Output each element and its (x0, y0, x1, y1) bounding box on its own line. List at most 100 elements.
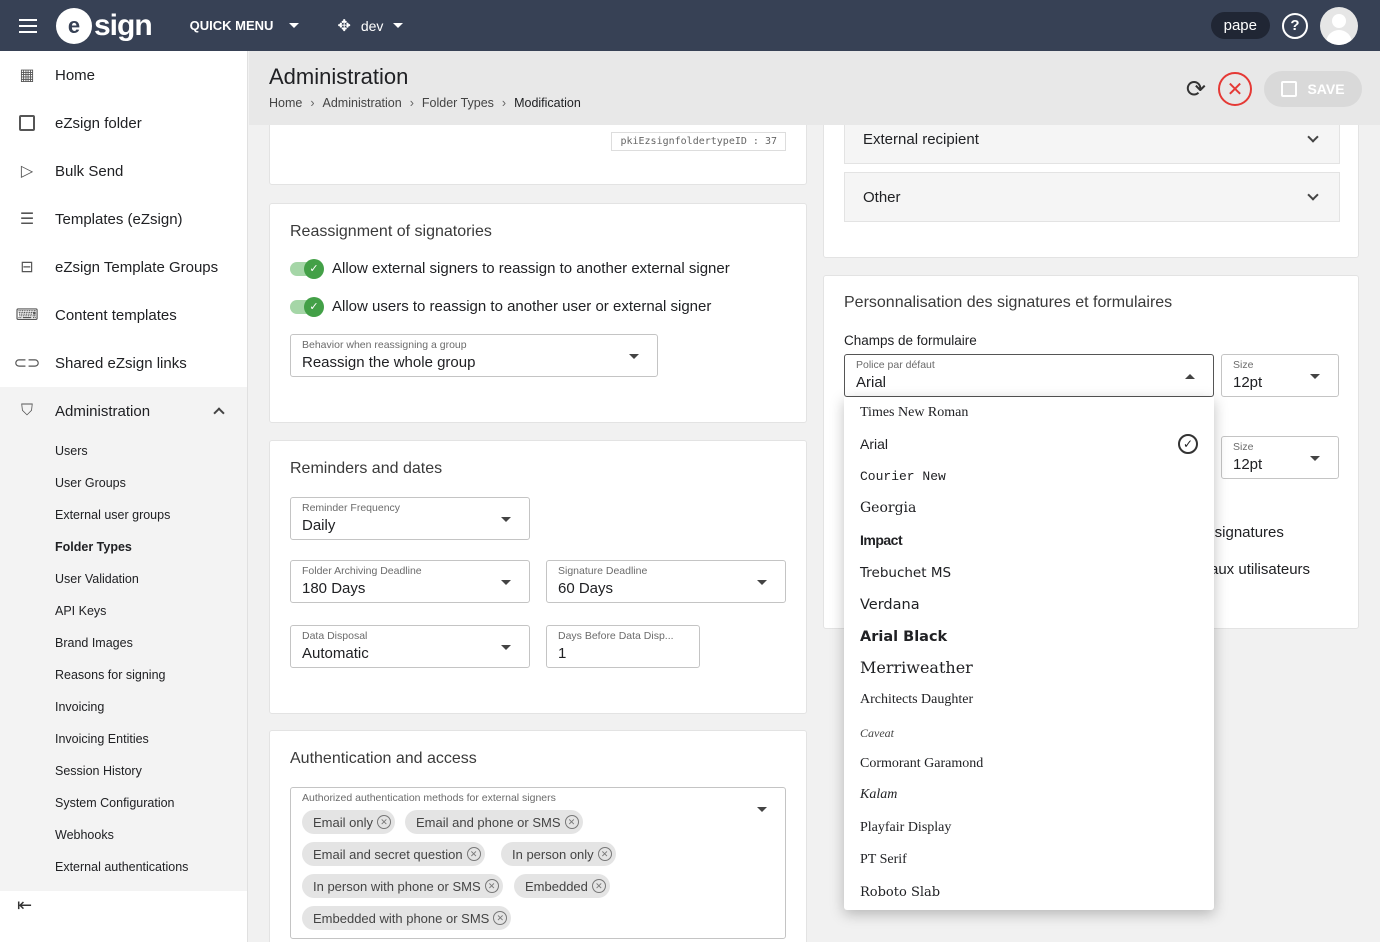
remove-chip-icon[interactable]: ✕ (466, 847, 481, 861)
remove-chip-icon[interactable]: ✕ (484, 879, 499, 893)
dropdown-arrow-icon (757, 579, 767, 585)
chip-embedded-phone[interactable]: Embedded with phone or SMS ✕ (302, 906, 512, 930)
font-option-architects-daughter[interactable]: Architects Daughter (844, 684, 1214, 716)
sidebar-subitem-users[interactable]: Users (0, 435, 247, 467)
sidebar-item-administration[interactable]: ⛉ Administration (0, 387, 247, 435)
reassignment-card: Reassignment of signatories ✓ Allow exte… (269, 203, 807, 423)
help-icon[interactable]: ? (1282, 12, 1308, 39)
sidebar-subitem-external-authentications[interactable]: External authentications (0, 851, 247, 883)
sidebar-subitem-webhooks[interactable]: Webhooks (0, 819, 247, 851)
user-name-badge[interactable]: pape (1210, 12, 1270, 39)
chip-embedded[interactable]: Embedded ✕ (514, 874, 610, 898)
remove-chip-icon[interactable]: ✕ (376, 815, 391, 829)
logo-mark: e (56, 7, 92, 44)
remove-chip-icon[interactable]: ✕ (564, 815, 579, 829)
breadcrumb-administration[interactable]: Administration (323, 96, 402, 110)
font-option-trebuchet[interactable]: Trebuchet MS (844, 557, 1214, 589)
font-option-caveat[interactable]: Caveat (844, 717, 1214, 749)
sidebar-subitem-api-keys[interactable]: API Keys (0, 595, 247, 627)
sidebar-subitem-reasons-for-signing[interactable]: Reasons for signing (0, 659, 247, 691)
font-option-arial-black[interactable]: Arial Black (844, 621, 1214, 653)
sidebar-subitem-user-groups[interactable]: User Groups (0, 467, 247, 499)
menu-icon[interactable] (0, 0, 56, 51)
sidebar-item-bulk-send[interactable]: ▷ Bulk Send (0, 147, 247, 195)
chip-in-person-phone[interactable]: In person with phone or SMS ✕ (302, 874, 503, 898)
breadcrumb-folder-types[interactable]: Folder Types (422, 96, 494, 110)
sidebar-item-ezsign-folder[interactable]: eZsign folder (0, 99, 247, 147)
font-size-select[interactable]: Size 12pt (1221, 354, 1339, 397)
quick-menu-label: QUICK MENU (189, 18, 274, 33)
diamond-arrows-icon: ✥ (337, 17, 351, 35)
archiving-deadline-select[interactable]: Folder Archiving Deadline 180 Days (290, 560, 530, 603)
default-font-select[interactable]: Police par défaut Arial (844, 354, 1214, 397)
field-value: 12pt (1233, 374, 1263, 391)
accordion-other[interactable]: Other (844, 172, 1340, 222)
save-icon (1281, 81, 1298, 97)
refresh-icon[interactable]: ⟳ (1186, 75, 1206, 104)
auth-methods-select[interactable]: Authorized authentication methods for ex… (290, 787, 786, 939)
behavior-select[interactable]: Behavior when reassigning a group Reassi… (290, 334, 658, 377)
font-option-courier-new[interactable]: Courier New (844, 460, 1214, 492)
environment-selector[interactable]: ✥ dev (337, 16, 404, 36)
avatar[interactable] (1320, 6, 1358, 45)
font-option-pt-serif[interactable]: PT Serif (844, 844, 1214, 876)
font-option-cormorant-garamond[interactable]: Cormorant Garamond (844, 748, 1214, 780)
chip-email-secret[interactable]: Email and secret question ✕ (302, 842, 485, 866)
toggle-external-reassign[interactable]: ✓ Allow external signers to reassign to … (290, 258, 730, 279)
remove-chip-icon[interactable]: ✕ (493, 911, 508, 925)
sidebar-item-home[interactable]: ▦ Home (0, 51, 247, 99)
sidebar-subitem-user-validation[interactable]: User Validation (0, 563, 247, 595)
sidebar-item-content-templates[interactable]: ⌨ Content templates (0, 291, 247, 339)
font-option-kalam[interactable]: Kalam (844, 779, 1214, 811)
font-option-playfair-display[interactable]: Playfair Display (844, 812, 1214, 844)
sidebar-subitem-session-history[interactable]: Session History (0, 755, 247, 787)
field-label: Days Before Data Disp... (558, 630, 674, 642)
font-option-merriweather[interactable]: Merriweather (844, 651, 1214, 683)
font-option-verdana[interactable]: Verdana (844, 589, 1214, 621)
chip-in-person[interactable]: In person only ✕ (501, 842, 616, 866)
sidebar-item-templates[interactable]: ☰ Templates (eZsign) (0, 195, 247, 243)
quick-menu-button[interactable]: QUICK MENU (190, 18, 300, 33)
chip-label: In person only (512, 846, 594, 862)
accordion-external-recipient[interactable]: External recipient (844, 125, 1340, 164)
toggle-user-reassign[interactable]: ✓ Allow users to reassign to another use… (290, 296, 711, 317)
remove-chip-icon[interactable]: ✕ (597, 847, 612, 861)
chip-email-only[interactable]: Email only ✕ (302, 810, 395, 834)
toggle-switch[interactable]: ✓ (290, 296, 324, 317)
font-option-times-new-roman[interactable]: Times New Roman (844, 397, 1214, 429)
reminder-frequency-select[interactable]: Reminder Frequency Daily (290, 497, 530, 540)
collapse-sidebar-icon[interactable]: ⇤ (17, 895, 32, 916)
font-option-georgia[interactable]: Georgia (844, 492, 1214, 524)
sidebar-subitem-system-configuration[interactable]: System Configuration (0, 787, 247, 819)
sidebar-subitem-external-user-groups[interactable]: External user groups (0, 499, 247, 531)
days-before-disposal-input[interactable]: Days Before Data Disp... 1 (546, 625, 700, 668)
sidebar-item-shared-links[interactable]: ⊂⊃ Shared eZsign links (0, 339, 247, 387)
font-size-select-2[interactable]: Size 12pt (1221, 436, 1339, 479)
toggle-switch[interactable]: ✓ (290, 258, 324, 279)
sidebar-item-label: eZsign folder (55, 114, 142, 132)
font-option-impact[interactable]: Impact (844, 524, 1214, 556)
font-option-roboto-slab[interactable]: Roboto Slab (844, 876, 1214, 908)
chip-email-phone[interactable]: Email and phone or SMS ✕ (405, 810, 583, 834)
field-value: 1 (558, 645, 567, 662)
save-label: SAVE (1307, 81, 1345, 97)
signature-deadline-select[interactable]: Signature Deadline 60 Days (546, 560, 786, 603)
sidebar-subitem-folder-types[interactable]: Folder Types (0, 531, 247, 563)
save-button[interactable]: SAVE (1264, 71, 1362, 107)
sidebar-subitem-invoicing[interactable]: Invoicing (0, 691, 247, 723)
sidebar-subitem-brand-images[interactable]: Brand Images (0, 627, 247, 659)
sidebar-item-label: Administration (55, 402, 151, 420)
logo[interactable]: e sign (56, 0, 153, 51)
chip-label: Embedded (525, 878, 588, 894)
breadcrumb-home[interactable]: Home (269, 96, 302, 110)
data-disposal-select[interactable]: Data Disposal Automatic (290, 625, 530, 668)
cancel-button[interactable]: ✕ (1218, 72, 1252, 106)
field-label: Folder Archiving Deadline (302, 565, 422, 577)
field-value: Reassign the whole group (302, 354, 476, 371)
check-circle-icon: ✓ (1178, 434, 1198, 454)
sidebar-item-template-groups[interactable]: ⊟ eZsign Template Groups (0, 243, 247, 291)
remove-chip-icon[interactable]: ✕ (591, 879, 606, 893)
sidebar-subitem-invoicing-entities[interactable]: Invoicing Entities (0, 723, 247, 755)
font-option-arial[interactable]: Arial ✓ (844, 428, 1214, 460)
field-label: Behavior when reassigning a group (302, 339, 467, 351)
